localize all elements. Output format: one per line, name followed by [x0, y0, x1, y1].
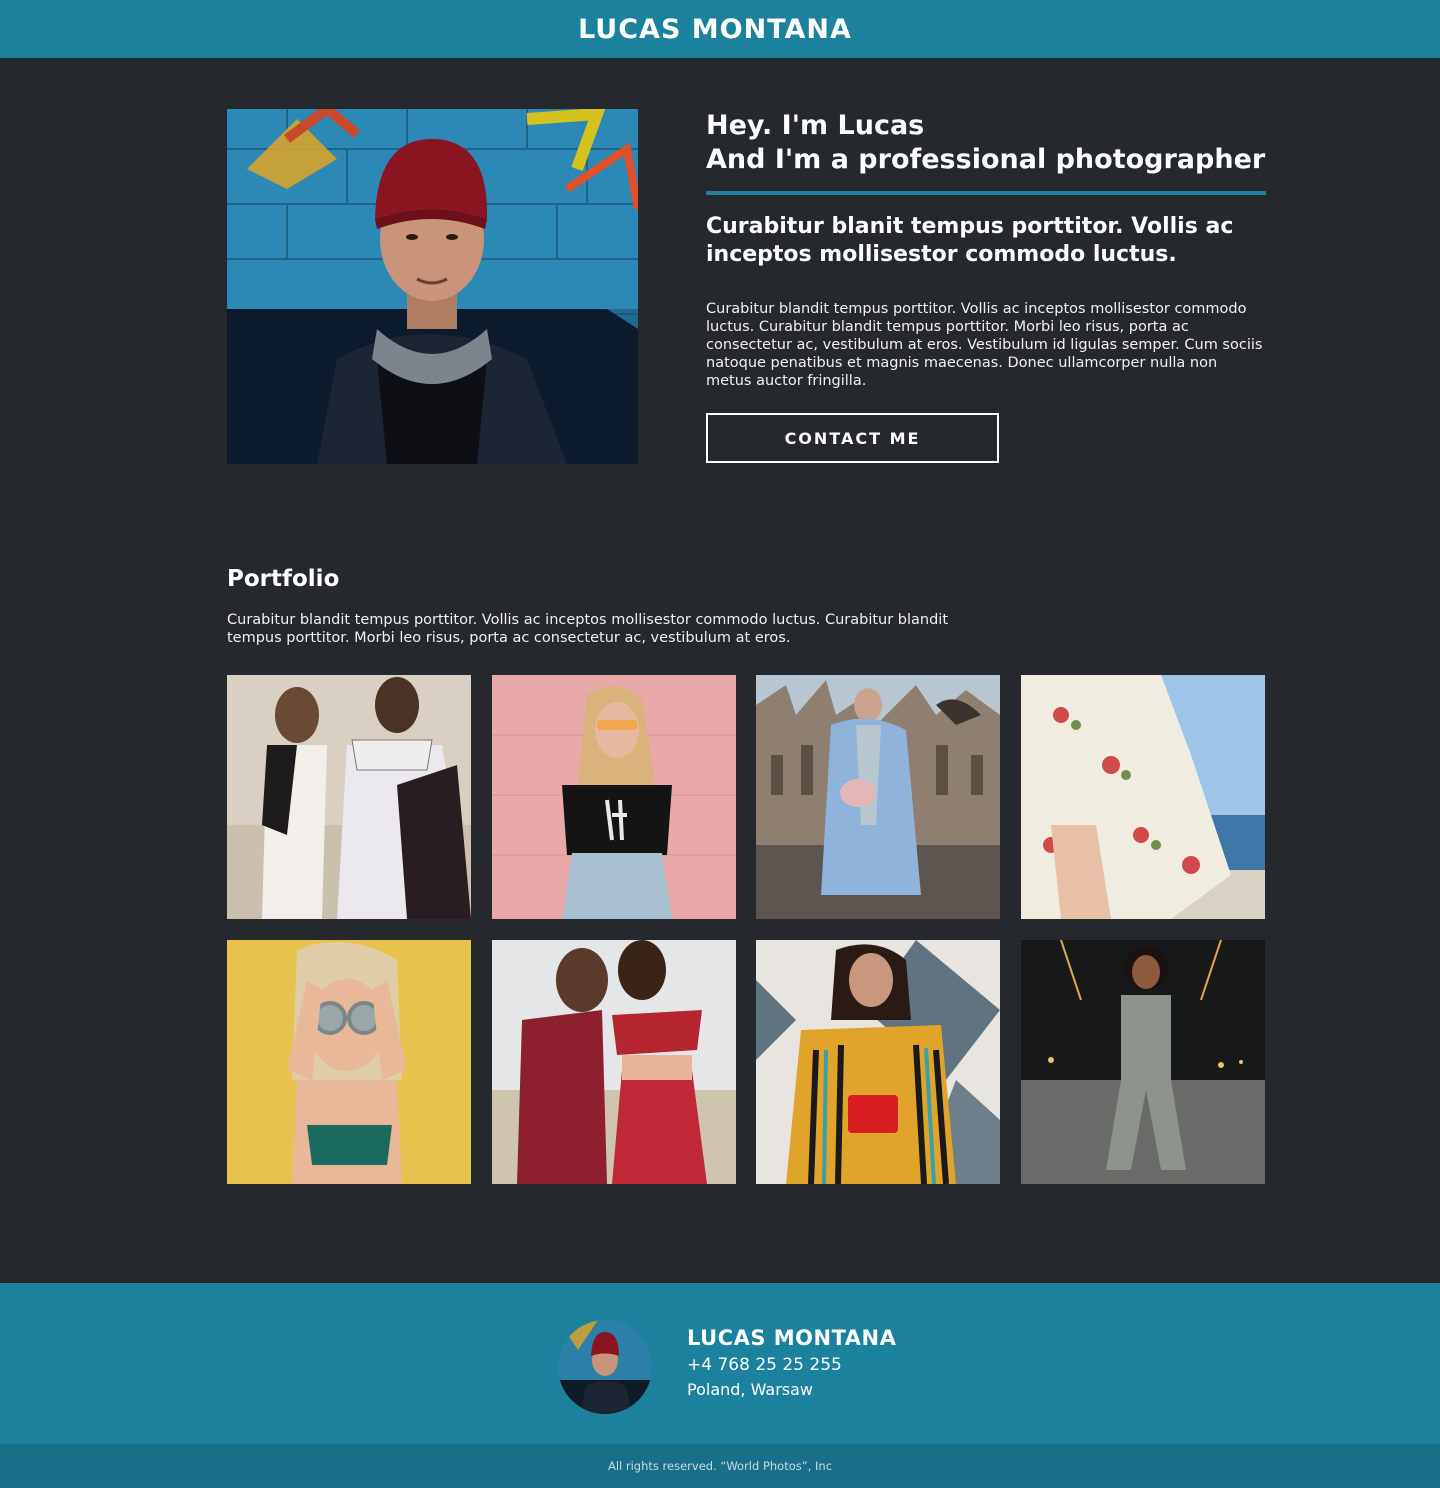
- portfolio-photo-2[interactable]: [491, 675, 736, 919]
- footer-phone[interactable]: +4 768 25 25 255: [687, 1354, 896, 1376]
- portfolio-description: Curabitur blandit tempus porttitor. Voll…: [227, 612, 949, 646]
- portfolio-photo-5[interactable]: [227, 940, 471, 1184]
- hero-paragraph: Curabitur blandit tempus porttitor. Voll…: [706, 301, 1263, 389]
- footer-location: Poland, Warsaw: [687, 1380, 813, 1399]
- footer-contact-info: LUCAS MONTANA +4 768 25 25 255 Poland, W…: [687, 1326, 896, 1400]
- avatar: [558, 1320, 652, 1414]
- hero-heading-line2: And I'm a professional photographer: [706, 144, 1266, 175]
- hero-text-block: Hey. I'm Lucas And I'm a professional ph…: [706, 109, 1266, 390]
- hero-portrait-photo: [227, 109, 638, 464]
- portfolio-title: Portfolio: [227, 566, 340, 592]
- footer-name: LUCAS MONTANA: [687, 1326, 897, 1350]
- hero-heading: Hey. I'm Lucas And I'm a professional ph…: [706, 109, 1266, 195]
- portfolio-grid: [227, 675, 1265, 1184]
- site-header: LUCAS MONTANA: [0, 0, 1440, 58]
- footer: LUCAS MONTANA +4 768 25 25 255 Poland, W…: [0, 1283, 1440, 1444]
- copyright-bar: All rights reserved. “World Photos”, Inc: [0, 1444, 1440, 1488]
- copyright-text: All rights reserved. “World Photos”, Inc: [607, 1459, 833, 1473]
- hero-subheading: Curabitur blanit tempus porttitor. Volli…: [706, 214, 1234, 267]
- portfolio-photo-7[interactable]: [756, 940, 1001, 1184]
- portfolio-photo-1[interactable]: [227, 675, 471, 919]
- portfolio-photo-8[interactable]: [1020, 940, 1265, 1184]
- portfolio-photo-6[interactable]: [491, 940, 736, 1184]
- portfolio-photo-4[interactable]: [1020, 675, 1265, 919]
- site-title[interactable]: LUCAS MONTANA: [578, 14, 852, 45]
- hero-heading-line1: Hey. I'm Lucas: [706, 110, 925, 141]
- contact-me-button[interactable]: CONTACT ME: [706, 413, 999, 463]
- portfolio-photo-3[interactable]: [756, 675, 1001, 919]
